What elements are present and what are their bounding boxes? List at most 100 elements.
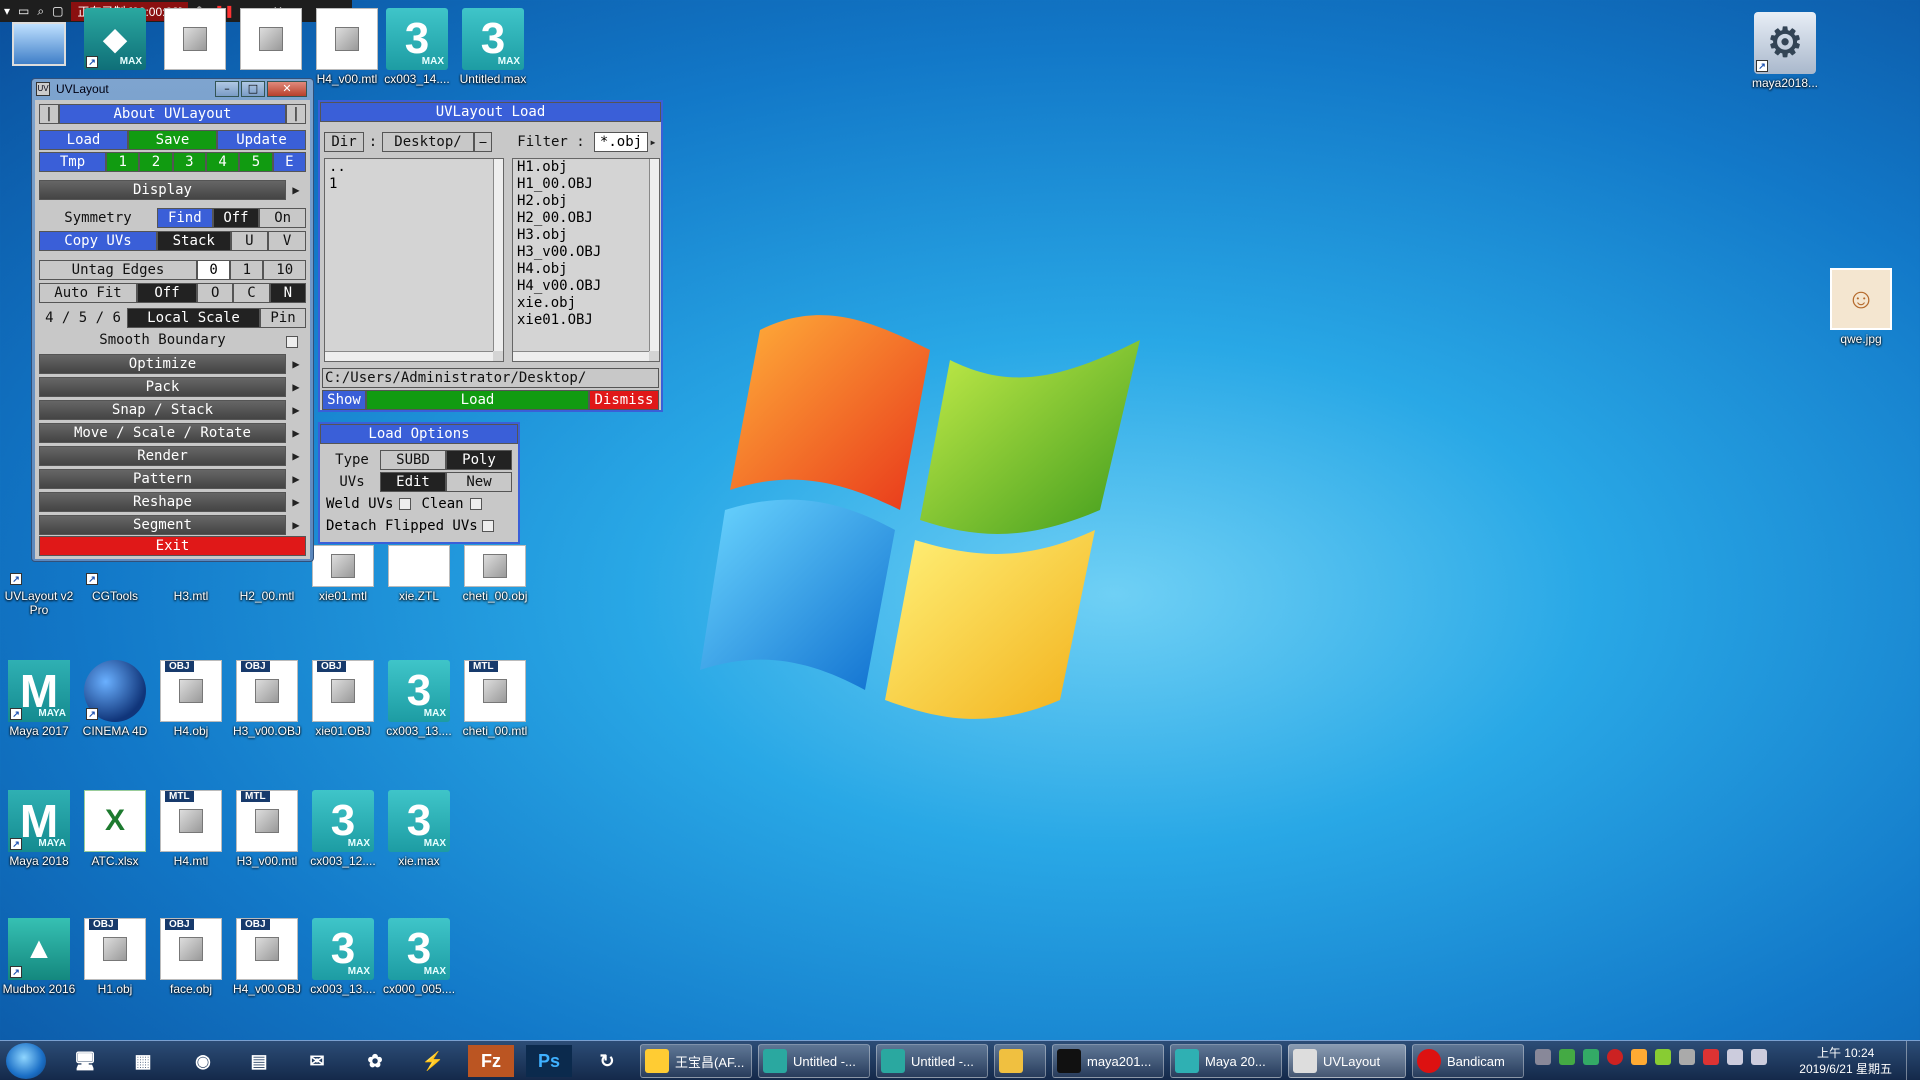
task-chat[interactable]: 王宝昌(AF... [640, 1044, 752, 1078]
task-maya-console[interactable]: maya201... [1052, 1044, 1164, 1078]
file-item[interactable]: xie01.OBJ [513, 312, 659, 329]
window-icon[interactable]: ▭ [18, 4, 29, 18]
wechat-pin-icon[interactable]: ✉ [294, 1045, 340, 1077]
uvs-edit-button[interactable]: Edit [380, 472, 446, 492]
untag-10-button[interactable]: 10 [263, 260, 307, 280]
auto-fit-off-button[interactable]: Off [137, 283, 197, 303]
tmp-slot-2[interactable]: 2 [139, 152, 173, 172]
auto-fit-n-button[interactable]: N [269, 283, 306, 303]
symmetry-on-button[interactable]: On [259, 208, 306, 228]
tool-tray-icon[interactable] [1679, 1049, 1695, 1065]
desktop-icon-mudbox-2016[interactable]: ▲ ↗ Mudbox 2016 [2, 918, 76, 996]
filter-input[interactable]: *.obj [594, 132, 648, 152]
file-item[interactable]: H1_00.OBJ [513, 176, 659, 193]
file-item[interactable]: H4_v00.OBJ [513, 278, 659, 295]
desktop-icon-cheti-00-obj[interactable]: cheti_00.obj [458, 545, 532, 603]
task-bandicam[interactable]: Bandicam [1412, 1044, 1524, 1078]
volume-icon[interactable] [1727, 1049, 1743, 1065]
ratio-label[interactable]: 4 / 5 / 6 [39, 308, 127, 328]
file-horizontal-scrollbar[interactable] [513, 351, 649, 361]
segment-section[interactable]: Segment [39, 515, 286, 535]
load-file-button[interactable]: Load [366, 390, 589, 410]
desktop-icon-xie-max[interactable]: 3 xie.max [382, 790, 456, 868]
about-right-toggle[interactable]: | [286, 104, 306, 124]
task-uvlayout[interactable]: UVLayout [1288, 1044, 1406, 1078]
auto-fit-o-button[interactable]: O [197, 283, 234, 303]
maximize-button[interactable]: □ [241, 81, 265, 97]
record-tray-icon[interactable] [1607, 1049, 1623, 1065]
about-uvlayout-button[interactable]: About UVLayout [59, 104, 286, 124]
browser-pin-icon[interactable]: ↻ [584, 1045, 630, 1077]
dir-dropdown-icon[interactable]: ⎯ [474, 132, 492, 152]
file-item[interactable]: H3.obj [513, 227, 659, 244]
weld-uvs-checkbox[interactable] [399, 498, 412, 510]
smooth-boundary-checkbox[interactable] [286, 336, 298, 348]
pattern-section[interactable]: Pattern [39, 469, 286, 489]
detach-flipped-uvs-checkbox[interactable] [481, 520, 494, 532]
app-tray-icon[interactable] [1655, 1049, 1671, 1065]
copy-uvs-button[interactable]: Copy UVs [39, 231, 157, 251]
desktop-icon-xie-ztl[interactable]: xie.ZTL [382, 545, 456, 603]
filezilla-pin-icon[interactable]: Fz [468, 1045, 514, 1077]
desktop-icon-h3-v00-obj[interactable]: OBJ H3_v00.OBJ [230, 660, 304, 738]
reshape-section[interactable]: Reshape [39, 492, 286, 512]
desktop-icon-cinema4d[interactable]: ↗ CINEMA 4D [78, 660, 152, 738]
file-item[interactable]: H4.obj [513, 261, 659, 278]
shield-tray-icon[interactable] [1583, 1049, 1599, 1065]
save-button[interactable]: Save [128, 130, 217, 150]
move-scale-rotate-section[interactable]: Move / Scale / Rotate [39, 423, 286, 443]
explorer-pin-icon[interactable]: ▦ [120, 1045, 166, 1077]
start-button[interactable] [6, 1043, 46, 1079]
tmp-slot-1[interactable]: 1 [106, 152, 140, 172]
desktop-icon-untitled-max[interactable]: 3 Untitled.max [456, 8, 530, 86]
symmetry-off-button[interactable]: Off [212, 208, 260, 228]
file-item[interactable]: H1.obj [513, 159, 659, 176]
stack-button[interactable]: Stack [157, 231, 231, 251]
dir-dropdown[interactable]: Desktop/ [382, 132, 474, 152]
type-poly-button[interactable]: Poly [446, 450, 512, 470]
local-scale-button[interactable]: Local Scale [127, 308, 260, 328]
dir-horizontal-scrollbar[interactable] [325, 351, 493, 361]
tool-pin-icon[interactable]: ⚡ [410, 1045, 456, 1077]
desktop-icon-top-3[interactable] [234, 8, 308, 72]
file-item[interactable]: H2.obj [513, 193, 659, 210]
task-untitled-1[interactable]: Untitled -... [758, 1044, 870, 1078]
desktop-icon-cheti-00-mtl[interactable]: MTL cheti_00.mtl [458, 660, 532, 738]
dir-item-parent[interactable]: .. [325, 159, 503, 176]
task-untitled-2[interactable]: Untitled -... [876, 1044, 988, 1078]
calendar-pin-icon[interactable]: ▤ [236, 1045, 282, 1077]
desktop-icon-cx003-14[interactable]: 3 cx003_14.... [380, 8, 454, 86]
app-tray-icon[interactable] [1631, 1049, 1647, 1065]
photoshop-pin-icon[interactable]: Ps [526, 1045, 572, 1077]
desktop-icon-cx000-005[interactable]: 3 cx000_005.... [382, 918, 456, 996]
desktop-icon-cx003-13[interactable]: 3 cx003_13.... [382, 660, 456, 738]
file-item[interactable]: H2_00.OBJ [513, 210, 659, 227]
type-subd-button[interactable]: SUBD [380, 450, 446, 470]
desktop-icon-cx003-13b[interactable]: 3 cx003_13.... [306, 918, 380, 996]
keyboard-tray-icon[interactable] [1535, 1049, 1551, 1065]
nvidia-tray-icon[interactable] [1559, 1049, 1575, 1065]
desktop-icon-top-1[interactable]: ◆ ↗ [78, 8, 152, 72]
tmp-slot-4[interactable]: 4 [205, 152, 240, 172]
desktop-icon-maya-2018[interactable]: M↗ Maya 2018 [2, 790, 76, 868]
desktop-icon-cx003-12[interactable]: 3 cx003_12.... [306, 790, 380, 868]
file-vertical-scrollbar[interactable] [649, 159, 659, 351]
clock[interactable]: 上午 10:24 2019/6/21 星期五 [1799, 1045, 1892, 1077]
clean-checkbox[interactable] [469, 498, 482, 510]
search-icon[interactable]: ⌕ [37, 4, 44, 19]
desktop-icon-xie01-obj[interactable]: OBJ xie01.OBJ [306, 660, 380, 738]
untag-edges-button[interactable]: Untag Edges [39, 260, 197, 280]
desktop-icon-h1-obj[interactable]: OBJ H1.obj [78, 918, 152, 996]
file-item[interactable]: xie.obj [513, 295, 659, 312]
desktop-icon-face-obj[interactable]: OBJ face.obj [154, 918, 228, 996]
photos-pin-icon[interactable]: ✿ [352, 1045, 398, 1077]
desktop-icon-atc-xlsx[interactable]: X ATC.xlsx [78, 790, 152, 868]
dir-vertical-scrollbar[interactable] [493, 159, 503, 351]
desktop-icon-maya-2017[interactable]: M↗ Maya 2017 [2, 660, 76, 738]
show-desktop-button[interactable] [1906, 1041, 1920, 1080]
task-maya[interactable]: Maya 20... [1170, 1044, 1282, 1078]
pin-button[interactable]: Pin [260, 308, 306, 328]
file-list[interactable]: H1.obj H1_00.OBJ H2.obj H2_00.OBJ H3.obj… [512, 158, 660, 362]
network-icon[interactable] [1751, 1049, 1767, 1065]
desktop-icon-h4-v00-obj[interactable]: OBJ H4_v00.OBJ [230, 918, 304, 996]
